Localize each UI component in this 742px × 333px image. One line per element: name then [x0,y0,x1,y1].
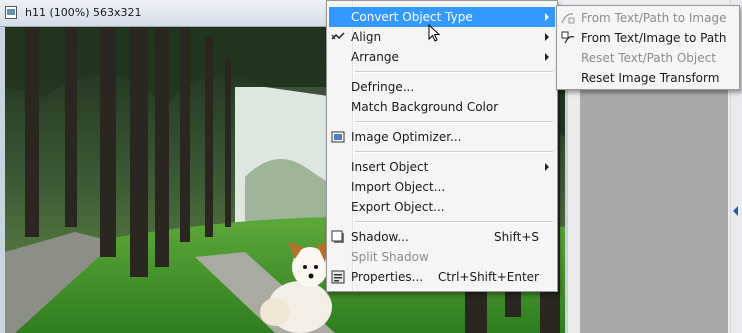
document-icon [5,6,17,19]
submenu-item-reset-text-path-object: Reset Text/Path Object [559,48,737,68]
menu-item-convert-object-type[interactable]: Convert Object Type [329,7,555,27]
menu-item-properties[interactable]: Properties... Ctrl+Shift+Enter [329,267,555,287]
menu-separator [355,151,553,153]
submenu-item-label: From Text/Image to Path [581,31,727,45]
submenu-item-reset-image-transform[interactable]: Reset Image Transform [559,68,737,88]
submenu-item-text-path-to-image: From Text/Path to Image [559,8,737,28]
menu-item-shadow[interactable]: Shadow... Shift+S [329,227,555,247]
menu-item-label: Shadow... [351,230,409,244]
menu-item-label: Import Object... [351,180,446,194]
menu-item-label: Align [351,30,382,44]
document-title: h11 (100%) 563x321 [25,6,142,19]
submenu-item-label: From Text/Path to Image [581,11,727,25]
shadow-icon [331,230,344,243]
menu-item-align[interactable]: Align [329,27,555,47]
context-menu: Convert Object Type Align Arrange Defrin… [326,0,558,292]
menu-item-shortcut: Shift+S [494,230,539,244]
convert-object-type-submenu: From Text/Path to Image From Text/Image … [556,5,740,90]
menu-item-label: Export Object... [351,200,445,214]
menu-item-image-optimizer[interactable]: Image Optimizer... [329,127,555,147]
menu-separator [355,71,553,73]
menu-item-label: Arrange [351,50,399,64]
image-to-path-icon [561,31,575,44]
menu-item-shortcut: Ctrl+Shift+Enter [438,270,539,284]
submenu-arrow-icon [545,33,549,41]
menu-item-arrange[interactable]: Arrange [329,47,555,67]
submenu-arrow-icon [545,53,549,61]
side-panel-area [580,88,728,333]
menu-item-label: Defringe... [351,80,415,94]
menu-item-split-shadow: Split Shadow [329,247,555,267]
submenu-item-label: Reset Image Transform [581,71,720,85]
menu-item-label: Convert Object Type [351,10,473,24]
menu-separator [355,221,553,223]
menu-item-label: Insert Object [351,160,429,174]
menu-item-defringe[interactable]: Defringe... [329,77,555,97]
submenu-arrow-icon [545,163,549,171]
menu-item-import-object[interactable]: Import Object... [329,177,555,197]
submenu-item-label: Reset Text/Path Object [581,51,716,65]
path-to-image-icon [561,13,575,24]
menu-separator [355,121,553,123]
properties-icon [331,270,345,284]
align-icon [331,32,345,40]
image-optimizer-icon [331,131,345,143]
menu-item-insert-object[interactable]: Insert Object [329,157,555,177]
submenu-arrow-icon [545,13,549,21]
menu-item-export-object[interactable]: Export Object... [329,197,555,217]
menu-item-label: Split Shadow [351,250,429,264]
menu-item-label: Properties... [351,270,424,284]
menu-item-label: Image Optimizer... [351,130,462,144]
menu-item-label: Match Background Color [351,100,499,114]
menu-item-match-background-color[interactable]: Match Background Color [329,97,555,117]
mouse-cursor-icon [428,24,440,42]
scroll-arrow-icon[interactable] [733,206,738,216]
submenu-item-text-image-to-path[interactable]: From Text/Image to Path [559,28,737,48]
